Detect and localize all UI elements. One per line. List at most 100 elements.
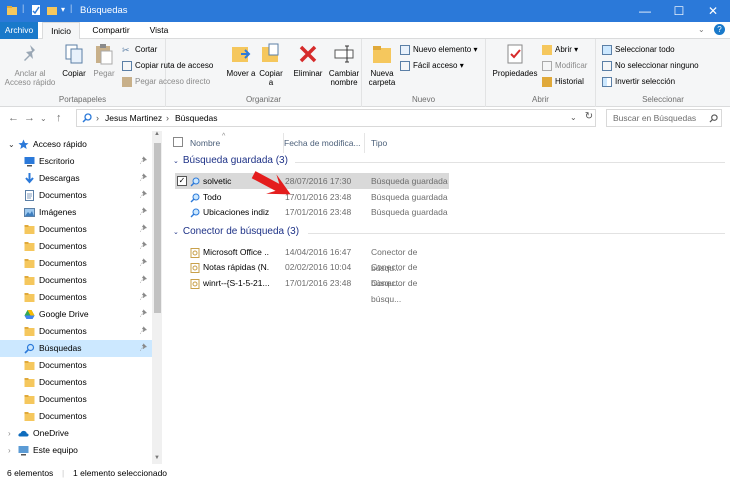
sidebar-item-búsquedas[interactable]: Búsquedas	[0, 340, 152, 357]
open-button[interactable]: Abrir ▾	[542, 43, 578, 57]
pin-icon	[140, 289, 148, 306]
file-row[interactable]: Microsoft Office ... 14/04/2016 16:47 Cone…	[175, 244, 449, 273]
edit-button[interactable]: Modificar	[542, 59, 587, 73]
easy-access-button[interactable]: Fácil acceso ▾	[400, 59, 464, 73]
sidebar-item-label: Google Drive	[39, 309, 89, 319]
sidebar-item-documentos[interactable]: Documentos	[0, 391, 152, 408]
sidebar-item-documentos[interactable]: Documentos	[0, 374, 152, 391]
select-all-button[interactable]: Seleccionar todo	[602, 43, 675, 57]
select-none-button[interactable]: No seleccionar ninguno	[602, 59, 699, 73]
group-organizar: Mover a Copiar a Eliminar Cambiar nombre…	[166, 39, 362, 107]
new-folder-qat-icon[interactable]	[46, 4, 58, 16]
select-all-checkbox[interactable]	[173, 137, 183, 147]
tab-compartir[interactable]: Compartir	[86, 22, 136, 39]
sidebar-item-label: Este equipo	[33, 445, 78, 455]
sidebar-item-documentos[interactable]: Documentos	[0, 289, 152, 306]
folder-icon	[24, 292, 35, 303]
expanded-chevron-icon[interactable]: ⌄	[8, 136, 15, 153]
group-nuevo: Nueva carpeta Nuevo elemento ▾ Fácil acc…	[362, 39, 486, 107]
red-arrow-annotation	[251, 171, 291, 195]
documents-icon	[24, 190, 35, 201]
delete-button[interactable]: Eliminar	[290, 42, 326, 78]
sidebar-item-documentos[interactable]: Documentos	[0, 187, 152, 204]
forward-arrow-icon[interactable]: →	[24, 112, 35, 124]
search-folder-icon	[24, 343, 35, 354]
breadcrumb-jesus-martinez[interactable]: Jesus Martinez	[105, 113, 162, 123]
properties-button[interactable]: Propiedades	[490, 42, 540, 78]
pin-quick-access-button[interactable]: Anclar al Acceso rápido	[4, 42, 56, 87]
column-name[interactable]: Nombre ^	[184, 133, 284, 153]
file-row[interactable]: winrt--{S-1-5-21... 17/01/2016 23:48 Conec…	[175, 275, 449, 304]
address-box[interactable]: › Jesus Martinez › Búsquedas ⌄ ↻	[76, 109, 596, 127]
sidebar-item-escritorio[interactable]: Escritorio	[0, 153, 152, 170]
new-item-icon	[400, 44, 410, 55]
breadcrumb-busquedas[interactable]: Búsquedas	[175, 113, 218, 123]
sidebar-item-documentos[interactable]: Documentos	[0, 357, 152, 374]
new-item-button[interactable]: Nuevo elemento ▾	[400, 43, 478, 57]
column-type[interactable]: Tipo	[365, 133, 485, 153]
refresh-icon[interactable]: ↻	[582, 111, 596, 125]
file-row[interactable]: Notas rápidas (N... 02/02/2016 10:04 Conec…	[175, 259, 449, 288]
copy-button[interactable]: Copiar	[60, 42, 88, 78]
group-header[interactable]: ⌄ Conector de búsqueda (3)	[173, 226, 299, 237]
sidebar-item-documentos[interactable]: Documentos	[0, 272, 152, 289]
recent-chevron-icon[interactable]: ⌄	[40, 114, 47, 123]
tab-vista[interactable]: Vista	[141, 22, 177, 39]
cut-button[interactable]: ✂ Cortar	[122, 43, 157, 57]
qat-dropdown-icon[interactable]: ▾	[61, 5, 65, 14]
new-folder-button[interactable]: Nueva carpeta	[366, 42, 398, 87]
history-button[interactable]: Historial	[542, 75, 584, 89]
properties-qat-icon[interactable]	[30, 4, 42, 16]
address-dropdown-icon[interactable]: ⌄	[570, 113, 577, 122]
up-arrow-icon[interactable]: ↑	[56, 112, 62, 124]
sidebar-item-label: Búsquedas	[39, 343, 82, 353]
sidebar-item-documentos[interactable]: Documentos	[0, 323, 152, 340]
group-abrir: Propiedades Abrir ▾ Modificar Historial …	[486, 39, 596, 107]
sidebar-item-google-drive[interactable]: Google Drive	[0, 306, 152, 323]
sidebar-item-onedrive[interactable]: › OneDrive	[0, 425, 152, 442]
ribbon-expand-icon[interactable]: ⌄	[698, 25, 705, 34]
copy-to-icon	[262, 43, 279, 62]
maximize-button[interactable]: ☐	[662, 0, 696, 22]
paste-button[interactable]: Pegar	[90, 42, 118, 78]
group-seleccionar: Seleccionar todo No seleccionar ninguno …	[596, 39, 730, 107]
rename-button[interactable]: Cambiar nombre	[326, 42, 362, 87]
pin-icon	[140, 340, 148, 357]
group-title: Conector de búsqueda (3)	[182, 225, 300, 237]
close-button[interactable]: ✕	[696, 0, 730, 22]
collapsed-chevron-icon[interactable]: ›	[8, 425, 11, 442]
invert-selection-button[interactable]: Invertir selección	[602, 75, 675, 89]
pin-icon	[140, 323, 148, 340]
sidebar-item-este-equipo[interactable]: › Este equipo	[0, 442, 152, 459]
search-connector-icon	[190, 278, 200, 289]
title-bar: | ▾ | Búsquedas — ☐ ✕	[0, 0, 730, 22]
sidebar-item-documentos[interactable]: Documentos	[0, 255, 152, 272]
collapse-chevron-icon[interactable]: ⌄	[173, 229, 179, 236]
back-arrow-icon[interactable]: ←	[8, 112, 19, 124]
pin-icon	[24, 45, 35, 61]
scroll-up-icon[interactable]: ▲	[154, 131, 160, 137]
column-date[interactable]: Fecha de modifica...	[278, 133, 365, 153]
sidebar-item-acceso-rápido[interactable]: ⌄ Acceso rápido	[0, 136, 152, 153]
search-input[interactable]: Buscar en Búsquedas	[606, 109, 722, 127]
row-checkbox-checked[interactable]: ✓	[177, 176, 187, 186]
group-header[interactable]: ⌄ Búsqueda guardada (3)	[173, 155, 288, 166]
sidebar-item-documentos[interactable]: Documentos	[0, 221, 152, 238]
sidebar-item-label: Descargas	[39, 173, 80, 183]
help-icon[interactable]: ?	[714, 24, 725, 35]
minimize-button[interactable]: —	[628, 0, 662, 22]
sidebar-item-imágenes[interactable]: Imágenes	[0, 204, 152, 221]
move-to-button[interactable]: Mover a	[226, 42, 256, 78]
copy-to-button[interactable]: Copiar a	[256, 42, 286, 87]
sidebar-item-descargas[interactable]: Descargas	[0, 170, 152, 187]
collapsed-chevron-icon[interactable]: ›	[8, 442, 11, 459]
tab-inicio[interactable]: Inicio	[42, 22, 80, 40]
tab-archivo[interactable]: Archivo	[0, 22, 38, 39]
explorer-icon	[7, 6, 17, 15]
collapse-chevron-icon[interactable]: ⌄	[173, 158, 179, 165]
nav-scrollbar-thumb[interactable]	[154, 143, 161, 313]
scroll-down-icon[interactable]: ▼	[154, 455, 160, 461]
sidebar-item-label: Documentos	[39, 394, 87, 404]
sidebar-item-documentos[interactable]: Documentos	[0, 408, 152, 425]
sidebar-item-documentos[interactable]: Documentos	[0, 238, 152, 255]
